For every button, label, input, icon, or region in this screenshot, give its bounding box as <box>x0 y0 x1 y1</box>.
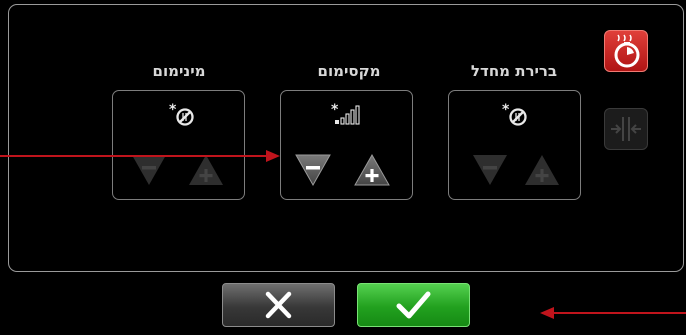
label-minimum: מינימום <box>152 62 206 80</box>
increase-button[interactable] <box>523 153 561 187</box>
svg-text:*: * <box>331 102 339 118</box>
svg-text:*: * <box>169 102 177 118</box>
decrease-button[interactable] <box>294 153 332 187</box>
compress-button[interactable] <box>604 108 648 150</box>
default-box: * <box>448 90 581 200</box>
signal-bars-icon: * <box>331 102 360 125</box>
increase-button[interactable] <box>353 153 391 187</box>
annotation-arrow-right <box>540 307 686 319</box>
steam-timer-button[interactable] <box>604 30 648 72</box>
maximum-box: * <box>280 90 413 200</box>
cancel-button[interactable] <box>222 283 335 327</box>
snowflake-off-icon: * <box>169 102 194 126</box>
label-default: ברירת מחדל <box>470 62 558 80</box>
svg-text:*: * <box>502 102 510 118</box>
steam-timer-icon <box>614 34 640 68</box>
annotation-arrow-left <box>0 150 280 162</box>
minimum-box: * <box>112 90 245 200</box>
snowflake-off-icon: * <box>502 102 527 126</box>
confirm-button[interactable] <box>357 283 470 327</box>
label-maximum: מקסימום <box>317 62 381 80</box>
decrease-button[interactable] <box>471 153 509 187</box>
checkmark-icon <box>396 291 431 319</box>
x-icon <box>265 291 292 319</box>
compress-arrows-icon <box>611 117 641 141</box>
